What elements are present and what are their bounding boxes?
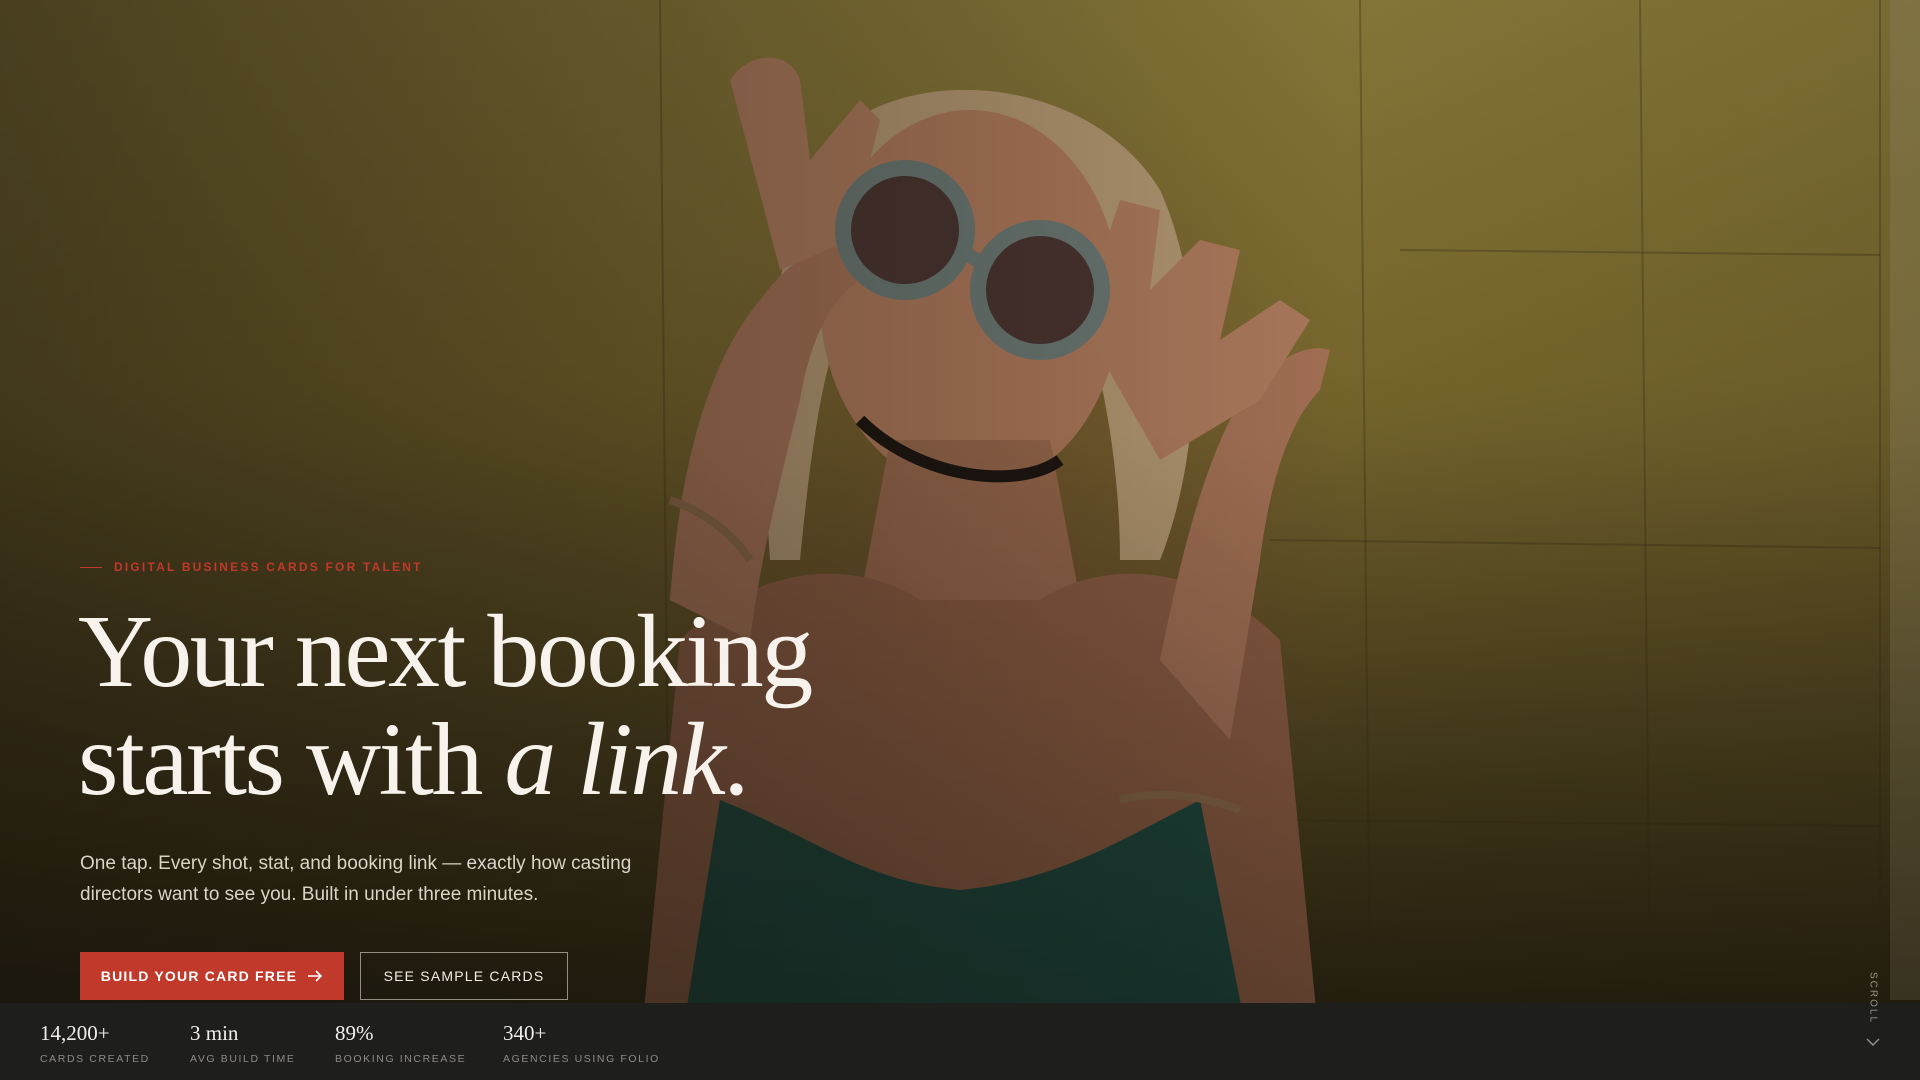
eyebrow-rule [80, 566, 102, 568]
chevron-down-icon [1866, 1038, 1880, 1047]
hero-section: DIGITAL BUSINESS CARDS FOR TALENT Your n… [0, 0, 1920, 1080]
stats-bar: 14,200+ CARDS CREATED 3 min AVG BUILD TI… [0, 1003, 1920, 1080]
stat-cards-created: 14,200+ CARDS CREATED [40, 1021, 150, 1065]
stat-label: AVG BUILD TIME [190, 1053, 296, 1065]
sample-cards-label: SEE SAMPLE CARDS [383, 968, 545, 984]
arrow-right-icon [308, 970, 323, 982]
stat-value: 340+ [503, 1021, 547, 1045]
stat-build-time: 3 min AVG BUILD TIME [190, 1021, 295, 1065]
sample-cards-button[interactable]: SEE SAMPLE CARDS [360, 952, 568, 1000]
headline-line-2-plain: starts with [78, 702, 505, 817]
headline-line-1: Your next booking [78, 594, 813, 709]
stat-value: 14,200+ [40, 1021, 110, 1045]
hero-subtext: One tap. Every shot, stat, and booking l… [80, 853, 632, 905]
headline: Your next booking starts with a link. [78, 594, 813, 814]
stat-label: CARDS CREATED [40, 1053, 150, 1065]
stat-label: AGENCIES USING FOLIO [503, 1053, 660, 1065]
cta-group: BUILD YOUR CARD FREE SEE SAMPLE CARDS [80, 952, 568, 1000]
stat-value: 3 min [190, 1021, 239, 1045]
stat-label: BOOKING INCREASE [335, 1053, 467, 1065]
stat-value: 89% [335, 1021, 374, 1045]
scroll-label: SCROLL [1867, 972, 1879, 1025]
scroll-indicator[interactable]: SCROLL [1866, 972, 1880, 1047]
headline-line-2-italic: a link [504, 702, 725, 817]
headline-line-2: starts with a link. [78, 706, 811, 814]
build-card-button[interactable]: BUILD YOUR CARD FREE [80, 952, 344, 1000]
image-overlay [0, 0, 1920, 1080]
eyebrow: DIGITAL BUSINESS CARDS FOR TALENT [80, 560, 423, 574]
stat-booking-increase: 89% BOOKING INCREASE [335, 1021, 466, 1065]
stat-agencies: 340+ AGENCIES USING FOLIO [503, 1021, 660, 1065]
build-card-label: BUILD YOUR CARD FREE [100, 968, 298, 984]
eyebrow-text: DIGITAL BUSINESS CARDS FOR TALENT [114, 560, 423, 574]
headline-line-2-end: . [723, 702, 749, 817]
